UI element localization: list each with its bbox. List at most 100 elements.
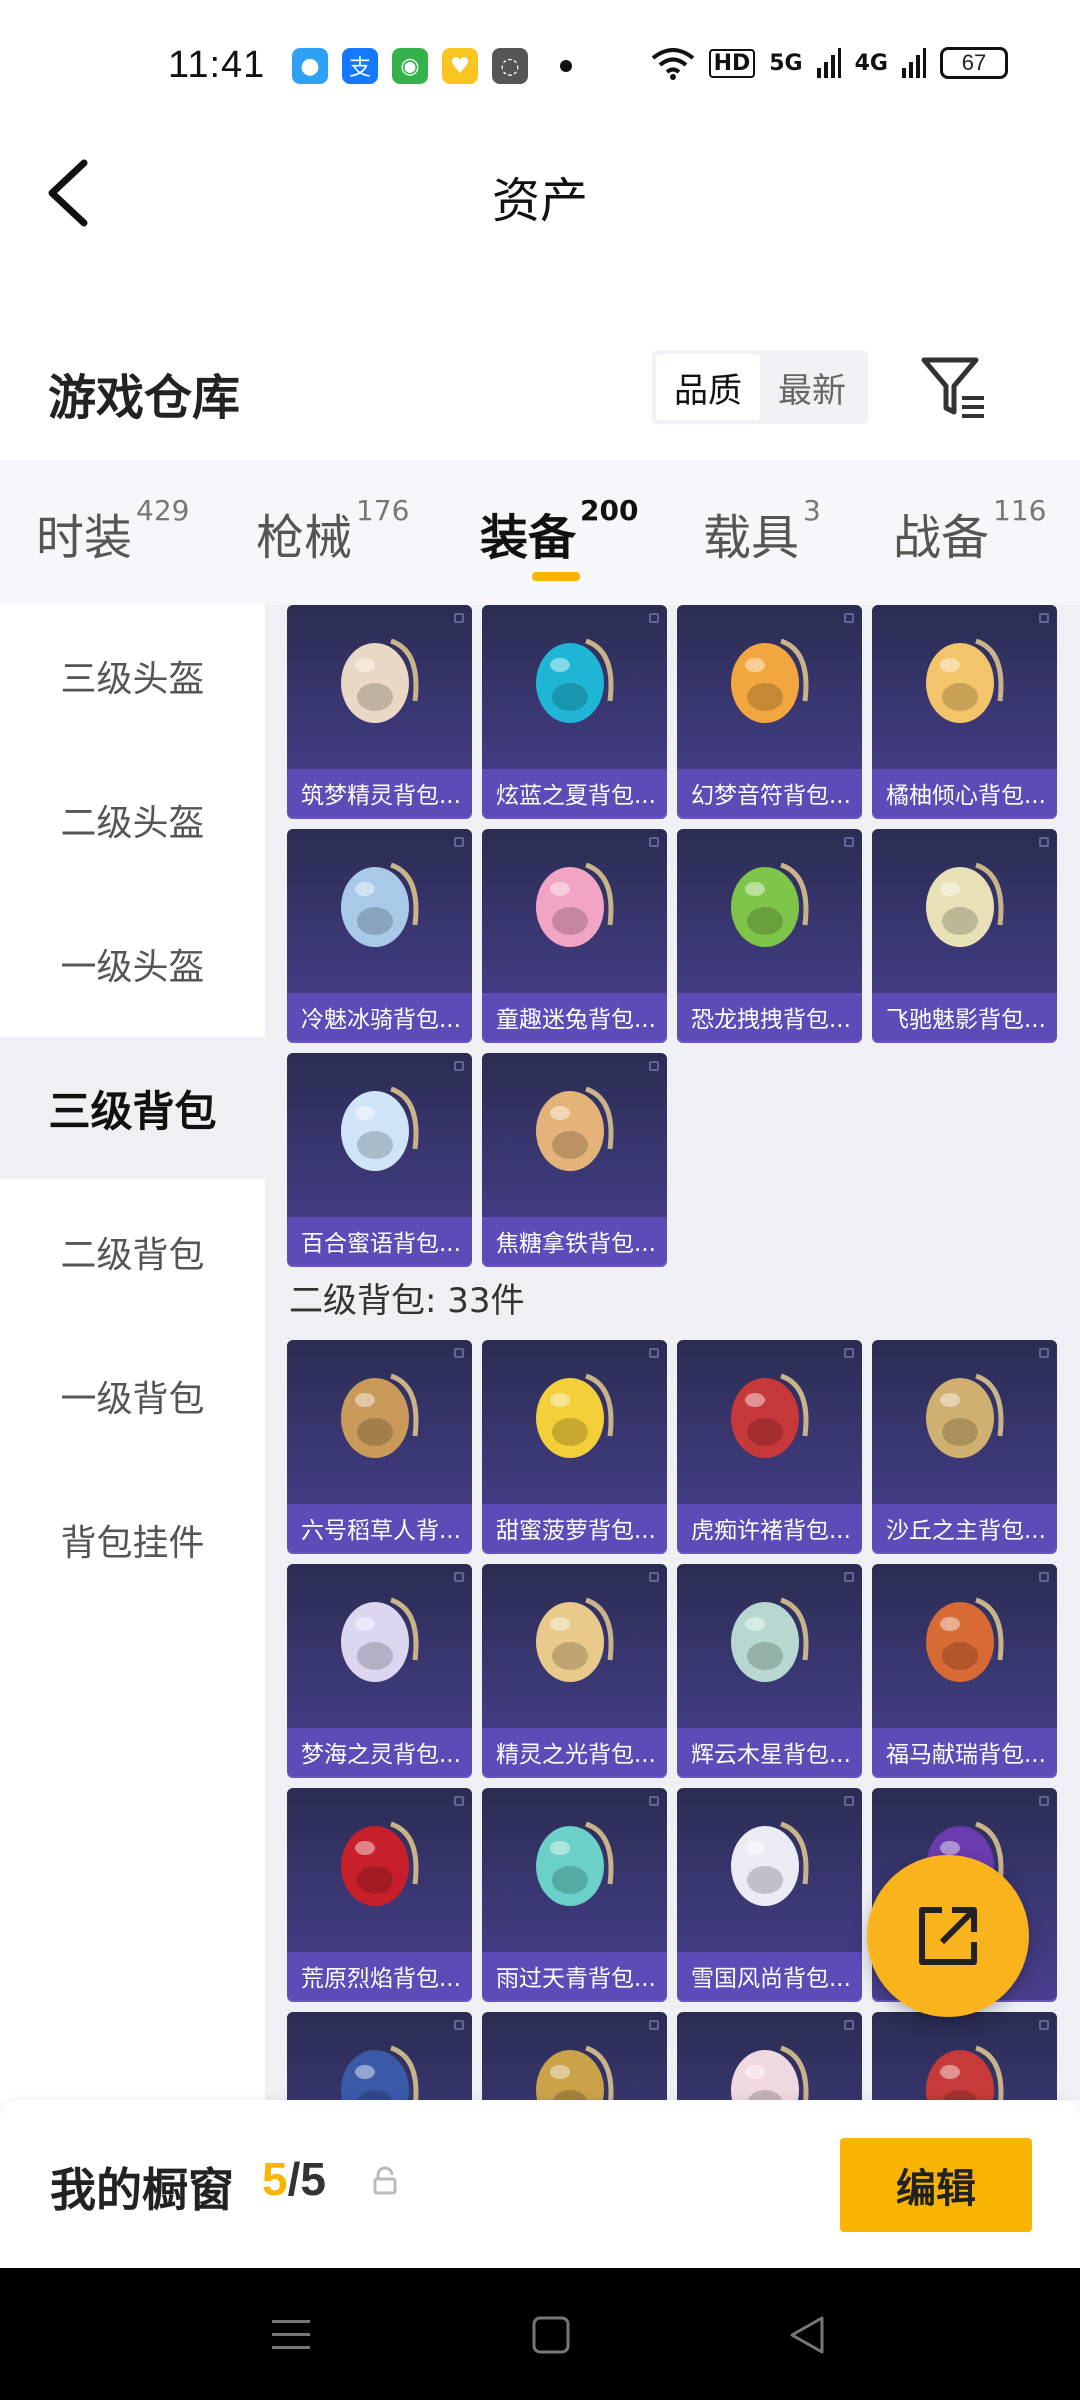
latte-backpack-icon: [536, 1086, 614, 1171]
item-card[interactable]: 焦糖拿铁背包...: [482, 1053, 667, 1265]
fairy-backpack-icon: [341, 638, 419, 723]
item-name: 梦海之灵背包...: [287, 1728, 472, 1776]
item-name: 雨过天青背包...: [482, 1952, 667, 2000]
4g-indicator: 4G: [854, 50, 888, 76]
item-name: 荒原烈焰背包...: [287, 1952, 472, 2000]
item-card[interactable]: [482, 2012, 667, 2100]
item-name: 橘柚倾心背包...: [872, 769, 1057, 817]
battery-indicator: 67: [940, 47, 1008, 79]
tab-equipment[interactable]: 装备 200: [480, 494, 638, 568]
item-card[interactable]: 梦海之灵背包...: [287, 1564, 472, 1776]
horse-backpack-icon: [926, 1597, 1004, 1682]
sort-quality-button[interactable]: 品质: [656, 354, 760, 420]
showcase-title: 我的橱窗: [50, 2163, 234, 2217]
card-backpack-icon: [341, 2045, 419, 2100]
tab-vehicles[interactable]: 载具 3: [703, 494, 821, 568]
jupiter-backpack-icon: [731, 1597, 809, 1682]
edit-button[interactable]: 编辑: [840, 2138, 1032, 2232]
item-card[interactable]: 沙丘之主背包...: [872, 1340, 1057, 1552]
sidebar-item-backpack-charm[interactable]: 背包挂件: [0, 1469, 265, 1611]
black-gold-backpack-icon: [536, 2045, 614, 2100]
sidebar-item-level3-helmet[interactable]: 三级头盔: [0, 605, 265, 747]
sidebar-item-level1-backpack[interactable]: 一级背包: [0, 1325, 265, 1467]
category-tabs: 时装 429 枪械 176 装备 200 载具 3 战备 116: [0, 460, 1080, 605]
card-corner-mark: [1039, 1572, 1049, 1582]
back-icon[interactable]: [786, 2314, 828, 2356]
flame-backpack-icon: [341, 1821, 419, 1906]
home-icon[interactable]: [530, 2314, 572, 2356]
item-card[interactable]: 百合蜜语背包...: [287, 1053, 472, 1265]
item-name: 恐龙拽拽背包...: [677, 993, 862, 1041]
card-corner-mark: [649, 1796, 659, 1806]
card-corner-mark: [454, 613, 464, 623]
item-card[interactable]: 辉云木星背包...: [677, 1564, 862, 1776]
item-card[interactable]: 虎痴许褚背包...: [677, 1340, 862, 1552]
share-fab-button[interactable]: [867, 1855, 1029, 2017]
sidebar-item-level1-helmet[interactable]: 一级头盔: [0, 893, 265, 1035]
item-card[interactable]: 精灵之光背包...: [482, 1564, 667, 1776]
item-name: 沙丘之主背包...: [872, 1504, 1057, 1552]
item-card[interactable]: [677, 2012, 862, 2100]
menu-icon[interactable]: [270, 2314, 312, 2356]
item-name: 精灵之光背包...: [482, 1728, 667, 1776]
sort-newest-button[interactable]: 最新: [760, 354, 864, 420]
item-name: 福马献瑞背包...: [872, 1728, 1057, 1776]
5g-indicator: 5G: [769, 50, 803, 76]
lily-backpack-icon: [341, 1086, 419, 1171]
item-name: 百合蜜语背包...: [287, 1217, 472, 1265]
item-card[interactable]: 恐龙拽拽背包...: [677, 829, 862, 1041]
tab-combat-gear[interactable]: 战备 116: [893, 494, 1046, 568]
showcase-bar: 我的橱窗 5/5 编辑: [0, 2100, 1080, 2268]
card-corner-mark: [844, 1572, 854, 1582]
tab-firearms[interactable]: 枪械 176: [256, 494, 409, 568]
item-card[interactable]: 童趣迷兔背包...: [482, 829, 667, 1041]
active-tab-indicator: [532, 572, 580, 581]
item-card[interactable]: 炫蓝之夏背包...: [482, 605, 667, 817]
item-card[interactable]: 福马献瑞背包...: [872, 1564, 1057, 1776]
section-header-level2-backpack: 二级背包: 33件: [289, 1281, 525, 1321]
item-card[interactable]: 甜蜜菠萝背包...: [482, 1340, 667, 1552]
sidebar-item-level2-backpack[interactable]: 二级背包: [0, 1181, 265, 1323]
orange-backpack-icon: [926, 638, 1004, 723]
system-navigation-bar: [0, 2268, 1080, 2400]
alipay-icon: 支: [342, 48, 378, 84]
item-card[interactable]: 雪国风尚背包...: [677, 1788, 862, 2000]
external-link-icon: [919, 1907, 977, 1965]
card-corner-mark: [1039, 2020, 1049, 2030]
dinosaur-backpack-icon: [731, 862, 809, 947]
item-card[interactable]: 橘柚倾心背包...: [872, 605, 1057, 817]
item-card[interactable]: 六号稻草人背...: [287, 1340, 472, 1552]
item-card[interactable]: 荒原烈焰背包...: [287, 1788, 472, 2000]
item-card[interactable]: 雨过天青背包...: [482, 1788, 667, 2000]
card-corner-mark: [1039, 1796, 1049, 1806]
sidebar-item-level3-backpack[interactable]: 三级背包: [0, 1037, 265, 1179]
tab-fashion[interactable]: 时装 429: [36, 494, 189, 568]
filter-icon[interactable]: [918, 352, 988, 422]
item-name: 童趣迷兔背包...: [482, 993, 667, 1041]
card-corner-mark: [454, 1348, 464, 1358]
item-card[interactable]: 飞驰魅影背包...: [872, 829, 1057, 1041]
status-bar: 11:41 ● 支 ◉ ♥ ◌ HD 5G 4G 67: [0, 0, 1080, 135]
pineapple-backpack-icon: [536, 1373, 614, 1458]
item-card[interactable]: 幻梦音符背包...: [677, 605, 862, 817]
card-corner-mark: [454, 837, 464, 847]
item-card[interactable]: [872, 2012, 1057, 2100]
card-corner-mark: [454, 1572, 464, 1582]
notification-icons: ● 支 ◉ ♥ ◌: [292, 48, 572, 84]
hd-indicator: HD: [708, 48, 756, 78]
shell-backpack-icon: [341, 1597, 419, 1682]
card-corner-mark: [844, 1796, 854, 1806]
lock-icon: [373, 2166, 397, 2195]
card-corner-mark: [454, 1061, 464, 1071]
item-card[interactable]: 冷魅冰骑背包...: [287, 829, 472, 1041]
sidebar-item-level2-helmet[interactable]: 二级头盔: [0, 749, 265, 891]
item-name: 冷魅冰骑背包...: [287, 993, 472, 1041]
item-card[interactable]: [287, 2012, 472, 2100]
penguin-icon: ●: [292, 48, 328, 84]
showcase-count: 5/5: [262, 2153, 326, 2205]
wifi-icon: [651, 48, 694, 80]
tiger-backpack-icon: [731, 1373, 809, 1458]
item-card[interactable]: 筑梦精灵背包...: [287, 605, 472, 817]
card-corner-mark: [649, 837, 659, 847]
item-name: 辉云木星背包...: [677, 1728, 862, 1776]
